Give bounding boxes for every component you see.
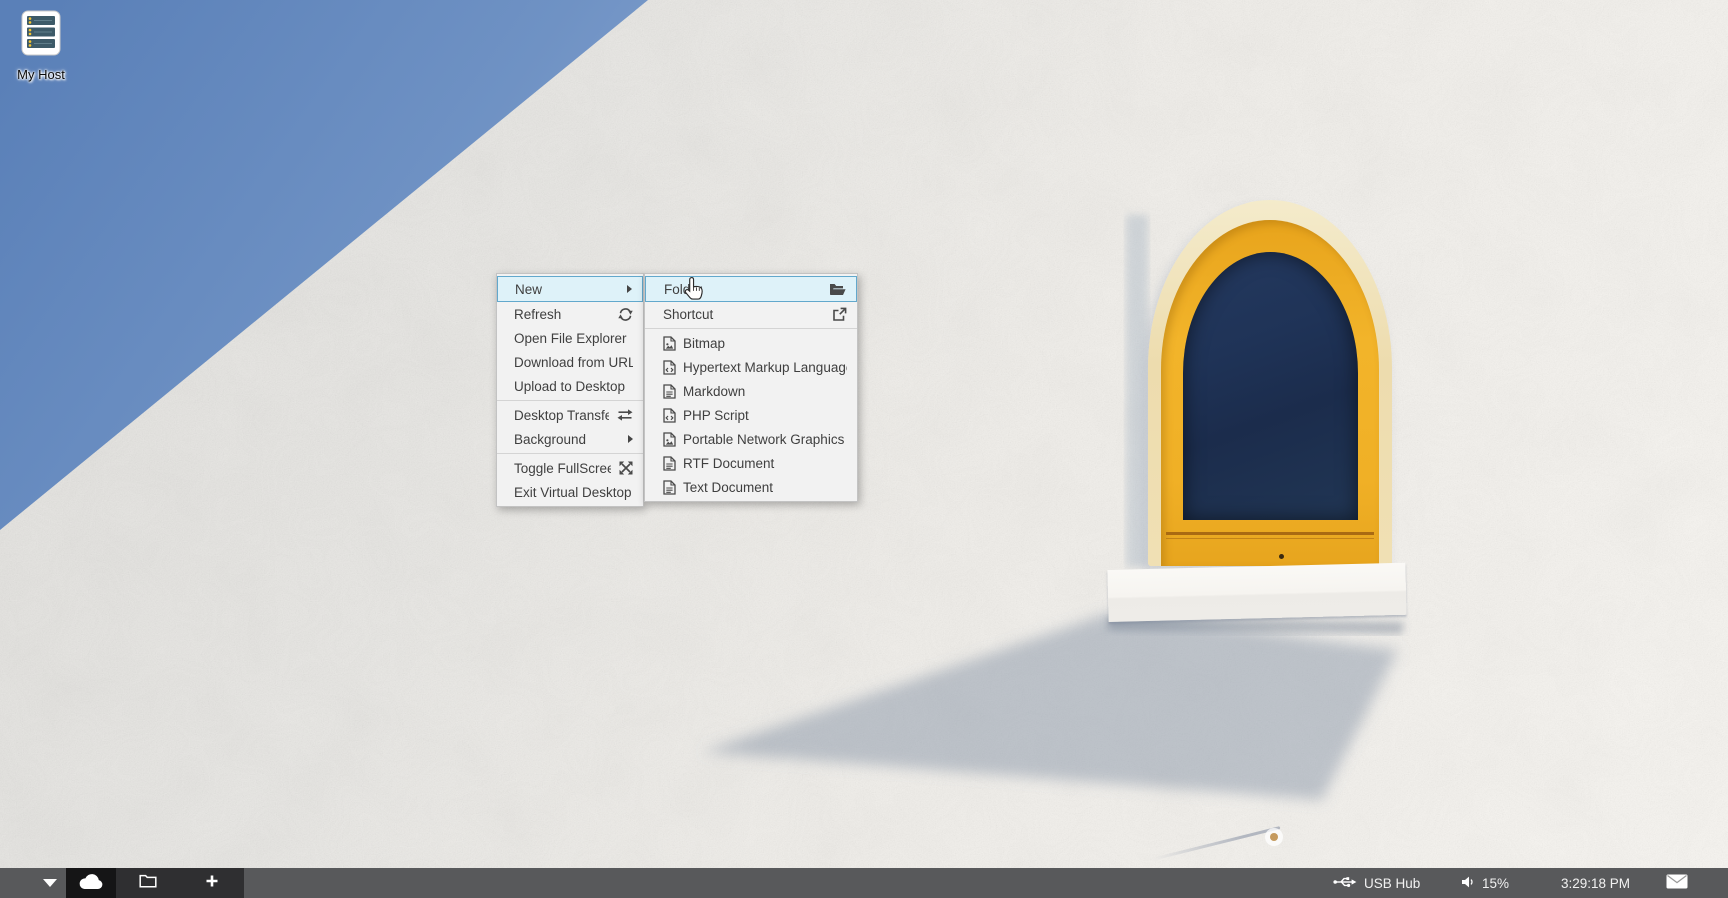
taskbar-files-button[interactable] [116,868,180,898]
code-file-icon [663,360,676,375]
menu-item-toggle-fullscreen[interactable]: Toggle FullScreen [497,456,643,480]
external-link-icon [832,307,847,322]
image-file-icon [663,432,676,447]
window-sill-dot [1279,554,1284,559]
menu-separator [497,400,643,401]
transfer-arrows-icon [617,408,633,422]
tray-mail[interactable] [1666,868,1688,898]
text-file-icon [663,456,676,471]
submenu-item-text-document[interactable]: Text Document [645,475,857,499]
desktop-icon-label: My Host [6,67,76,82]
tray-usb-label: USB Hub [1364,876,1420,891]
server-icon [21,10,61,61]
text-file-icon [663,384,676,399]
plus-icon [205,874,219,893]
folder-icon [139,874,157,893]
menu-item-download-from-url[interactable]: Download from URL [497,350,643,374]
menu-item-new[interactable]: New [497,276,643,302]
submenu-item-bitmap[interactable]: Bitmap [645,331,857,355]
menu-item-desktop-transfer[interactable]: Desktop Transfer [497,403,643,427]
tray-usb[interactable]: USB Hub [1333,868,1420,898]
code-file-icon [663,408,676,423]
wall-stick-knob [1270,833,1278,841]
fullscreen-arrows-icon [619,461,633,475]
menu-item-background[interactable]: Background [497,427,643,451]
submenu-item-php-script[interactable]: PHP Script [645,403,857,427]
submenu-item-png[interactable]: Portable Network Graphics [645,427,857,451]
submenu-item-folder[interactable]: Folder [645,276,857,302]
desktop-icon-my-host[interactable]: My Host [6,10,76,82]
cloud-icon [78,872,104,895]
tray-volume-label: 15% [1482,876,1509,891]
menu-item-exit-virtual-desktop[interactable]: Exit Virtual Desktop [497,480,643,504]
submenu-item-html[interactable]: Hypertext Markup Language [645,355,857,379]
window-sill-line [1166,532,1374,535]
text-file-icon [663,480,676,495]
taskbar-cloud-button[interactable] [66,868,116,898]
menu-item-refresh[interactable]: Refresh [497,302,643,326]
chevron-down-icon [43,879,57,887]
photo-window [1148,200,1392,566]
usb-icon [1333,876,1357,891]
image-file-icon [663,336,676,351]
tray-clock-label: 3:29:18 PM [1561,876,1630,891]
desktop-surface[interactable]: My Host New Refresh Open File Explorer D… [0,0,1728,898]
mail-icon [1666,874,1688,892]
window-ledge [1107,563,1406,622]
window-sill-line [1166,538,1374,539]
new-submenu: Folder Shortcut [644,273,858,502]
speaker-icon [1461,875,1475,892]
taskbar-collapse-button[interactable] [36,868,64,898]
submenu-arrow-icon [628,435,633,443]
menu-separator [645,328,857,329]
tray-clock: 3:29:18 PM [1561,868,1630,898]
window-glass [1183,252,1358,520]
refresh-icon [618,307,633,322]
taskbar-button-group [116,868,244,898]
menu-separator [497,453,643,454]
menu-item-open-file-explorer[interactable]: Open File Explorer [497,326,643,350]
submenu-item-markdown[interactable]: Markdown [645,379,857,403]
menu-item-upload-to-desktop[interactable]: Upload to Desktop [497,374,643,398]
tray-volume[interactable]: 15% [1461,868,1509,898]
submenu-item-shortcut[interactable]: Shortcut [645,302,857,326]
context-menu: New Refresh Open File Explorer Download … [496,273,644,507]
folder-open-icon [829,282,846,296]
taskbar-add-button[interactable] [180,868,244,898]
submenu-item-rtf-document[interactable]: RTF Document [645,451,857,475]
taskbar: USB Hub 15% 3:29:18 PM [0,868,1728,898]
submenu-arrow-icon [627,285,632,293]
